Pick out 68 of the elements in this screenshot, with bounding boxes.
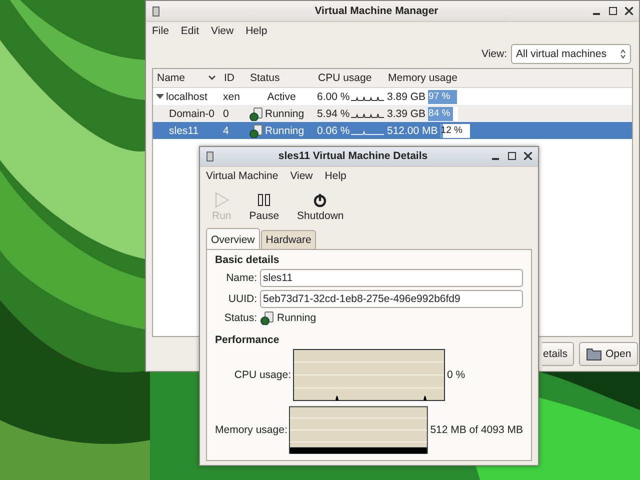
column-header[interactable]: ID <box>220 72 246 84</box>
name-text: sles11 <box>169 124 199 136</box>
id-text: 4 <box>223 124 229 136</box>
details-button[interactable]: etails <box>542 342 574 366</box>
vm-status-icon <box>249 124 263 138</box>
column-header[interactable]: Name <box>157 72 186 84</box>
menu-item[interactable]: View <box>211 25 234 39</box>
memory-meter: 97 % <box>428 90 458 104</box>
app-icon <box>206 150 214 162</box>
field-label: Status: <box>223 312 257 324</box>
sort-icon <box>208 75 216 81</box>
spinner-icon <box>620 49 626 59</box>
vm-status-icon <box>249 106 263 120</box>
maximize-icon[interactable] <box>609 7 617 15</box>
memory-text: 3.89 GB <box>387 90 426 102</box>
window-title: sles11 Virtual Machine Details <box>277 150 429 162</box>
menu-item[interactable]: Help <box>246 25 268 39</box>
expander-icon[interactable] <box>156 92 164 100</box>
cpu-value: 0 % <box>447 369 466 381</box>
graph-label: CPU usage: <box>233 369 291 381</box>
memory-text: 512.00 MB <box>387 124 438 136</box>
status-text: Active <box>267 90 296 102</box>
column-header[interactable]: Status <box>246 72 314 84</box>
toolbar-button[interactable]: Shutdown <box>293 192 348 222</box>
vm-row[interactable]: Domain-0 0 Running 5.94 % 3.39 GB 84 % <box>153 105 632 122</box>
status-text: Running <box>265 124 304 136</box>
close-icon[interactable] <box>524 152 532 160</box>
memory-text: 3.39 GB <box>387 108 426 120</box>
close-icon[interactable] <box>625 7 633 15</box>
play-icon <box>214 192 229 208</box>
menu-item[interactable]: File <box>152 25 169 39</box>
cpu-text: 0.06 % <box>317 124 350 136</box>
tab[interactable]: Overview <box>206 228 260 249</box>
menu-item[interactable]: Help <box>324 170 346 183</box>
vm-row[interactable]: localhost xen Active 6.00 % 3.89 GB 97 % <box>153 88 632 105</box>
vm-status-icon <box>260 311 274 325</box>
section-heading: Basic details <box>215 254 280 266</box>
cpu-text: 5.94 % <box>317 108 350 120</box>
uuid-field[interactable]: 5eb73d71-32cd-1eb8-275e-496e992b6fd9 <box>260 290 523 308</box>
app-icon <box>152 6 160 16</box>
id-text: xen <box>223 90 240 102</box>
column-header[interactable]: CPU usage <box>314 72 384 84</box>
view-combo[interactable]: All virtual machines <box>511 44 631 64</box>
cpu-text: 6.00 % <box>317 90 350 102</box>
name-text: localhost <box>166 90 208 102</box>
status-text: Running <box>277 312 316 324</box>
pause-icon <box>257 192 272 208</box>
graph-label: Memory usage: <box>215 424 288 436</box>
toolbar-button[interactable]: Pause <box>245 192 284 222</box>
open-button[interactable]: Open <box>578 342 638 366</box>
field-label: Name: <box>225 272 257 284</box>
section-heading: Performance <box>215 334 280 346</box>
column-header[interactable]: Memory usage <box>384 72 632 84</box>
memory-meter: 84 % <box>428 106 458 120</box>
view-label: View: <box>482 48 507 60</box>
name-text: Domain-0 <box>169 108 215 120</box>
menu-item[interactable]: Virtual Machine <box>206 170 278 183</box>
field-label: UUID: <box>227 293 257 305</box>
maximize-icon[interactable] <box>508 152 516 160</box>
id-text: 0 <box>223 108 229 120</box>
power-icon <box>313 192 328 208</box>
name-field[interactable]: sles11 <box>260 269 523 287</box>
memory-value: 512 MB of 4093 MB <box>430 424 523 436</box>
window-title: Virtual Machine Manager <box>314 5 440 17</box>
tab[interactable]: Hardware <box>260 230 316 249</box>
status-text: Running <box>265 108 304 120</box>
menu-item[interactable]: View <box>290 170 313 183</box>
menu-item[interactable]: Edit <box>180 25 200 39</box>
